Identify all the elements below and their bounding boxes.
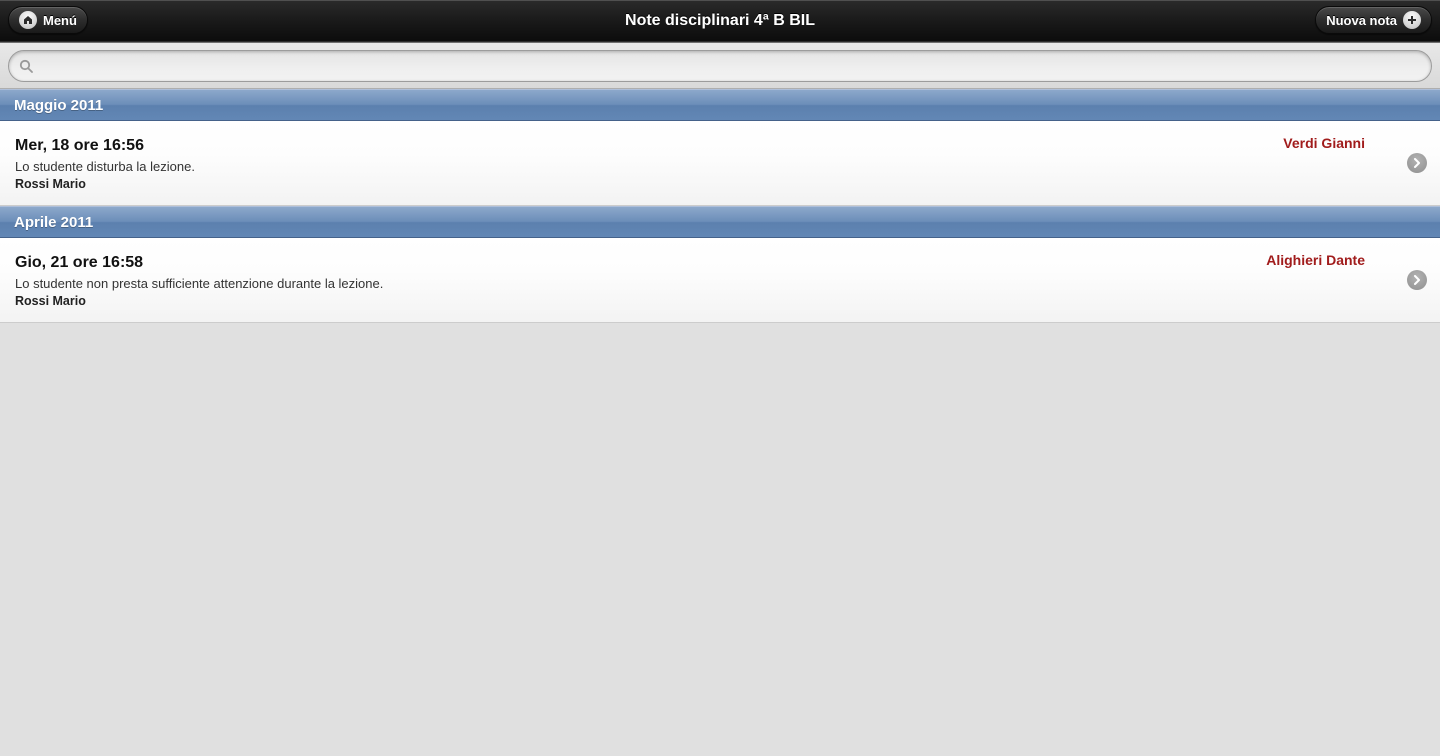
note-description: Lo studente non presta sufficiente atten… <box>15 276 1385 291</box>
app-header: Note disciplinari 4ª B BIL Menú Nuova no… <box>0 0 1440 42</box>
section-header: Maggio 2011 <box>0 89 1440 121</box>
note-student: Verdi Gianni <box>1283 135 1365 151</box>
section-header: Aprile 2011 <box>0 206 1440 238</box>
search-bar <box>0 42 1440 89</box>
new-note-button-label: Nuova nota <box>1326 13 1397 28</box>
menu-button[interactable]: Menú <box>8 6 88 34</box>
plus-icon <box>1403 11 1421 29</box>
note-item[interactable]: Gio, 21 ore 16:58 Lo studente non presta… <box>0 238 1440 323</box>
chevron-right-icon <box>1407 270 1427 290</box>
note-datetime: Gio, 21 ore 16:58 <box>15 254 1385 272</box>
search-field[interactable] <box>8 50 1432 82</box>
search-icon <box>19 59 34 74</box>
note-datetime: Mer, 18 ore 16:56 <box>15 137 1385 155</box>
note-author: Rossi Mario <box>15 294 1385 308</box>
note-item[interactable]: Mer, 18 ore 16:56 Lo studente disturba l… <box>0 121 1440 206</box>
new-note-button[interactable]: Nuova nota <box>1315 6 1432 34</box>
note-author: Rossi Mario <box>15 177 1385 191</box>
menu-button-label: Menú <box>43 13 77 28</box>
chevron-right-icon <box>1407 153 1427 173</box>
home-icon <box>19 11 37 29</box>
note-description: Lo studente disturba la lezione. <box>15 159 1385 174</box>
note-student: Alighieri Dante <box>1266 252 1365 268</box>
page-title: Note disciplinari 4ª B BIL <box>0 0 1440 41</box>
search-input[interactable] <box>42 58 1421 75</box>
